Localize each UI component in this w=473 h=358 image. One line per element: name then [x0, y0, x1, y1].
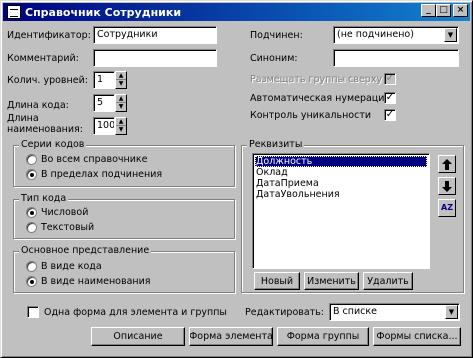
- new-attribute-button[interactable]: Новый: [254, 272, 300, 290]
- list-item[interactable]: ДатаПриема: [255, 178, 427, 189]
- attributes-title: Реквизиты: [247, 139, 305, 150]
- move-down-button[interactable]: [438, 177, 456, 195]
- name-length-input[interactable]: 100: [93, 117, 115, 135]
- subordinate-value: (не подчинено): [337, 29, 414, 40]
- move-up-button[interactable]: [438, 155, 456, 173]
- code-series-option-all-label: Во всем справочнике: [41, 154, 148, 165]
- auto-number-label: Автоматическая нумерация: [250, 92, 391, 104]
- radio-button-selected[interactable]: [26, 207, 37, 218]
- code-length-input[interactable]: 5: [93, 94, 115, 112]
- main-view-group: Основное представление В виде кода В вид…: [13, 245, 235, 293]
- radio-button[interactable]: [26, 261, 37, 272]
- code-series-option-all[interactable]: Во всем справочнике: [26, 154, 147, 165]
- description-button[interactable]: Описание: [91, 327, 185, 346]
- spin-up-icon[interactable]: ▲: [116, 118, 126, 126]
- one-form-option[interactable]: Одна форма для элемента и группы: [27, 306, 227, 318]
- unique-control-option[interactable]: Контроль уникальности ✓: [250, 109, 396, 121]
- edit-mode-label: Редактировать:: [245, 307, 325, 318]
- maximize-button[interactable]: □: [436, 4, 451, 17]
- code-type-option-text[interactable]: Текстовый: [26, 222, 94, 233]
- delete-attribute-button[interactable]: Удалить: [363, 272, 413, 290]
- app-icon: [7, 5, 21, 19]
- spin-down-icon[interactable]: ▼: [116, 103, 126, 111]
- groups-top-checkbox: ✓: [384, 73, 396, 85]
- one-form-label: Одна форма для элемента и группы: [44, 306, 227, 318]
- main-view-option-code[interactable]: В виде кода: [26, 261, 102, 272]
- main-view-option-name-label: В виде наименования: [41, 276, 151, 287]
- code-type-group: Тип кода Числовой Текстовый: [13, 193, 235, 239]
- unique-control-label: Контроль уникальности: [250, 109, 372, 121]
- list-item[interactable]: ДатаУвольнения: [255, 189, 427, 200]
- dialog-window: Справочник Сотрудники _ □ × Идентификато…: [0, 0, 473, 358]
- groups-top-label: Размещать группы сверху: [250, 73, 383, 85]
- comment-label: Комментарий:: [7, 53, 79, 64]
- minimize-button[interactable]: _: [421, 4, 436, 17]
- list-forms-button[interactable]: Формы списка...: [373, 327, 461, 346]
- identifier-input[interactable]: Сотрудники: [93, 26, 217, 44]
- edit-attribute-button[interactable]: Изменить: [304, 272, 359, 290]
- subordinate-select[interactable]: (не подчинено) ▼: [333, 26, 459, 44]
- radio-button-selected[interactable]: [26, 169, 37, 180]
- list-item[interactable]: Оклад: [255, 167, 427, 178]
- arrow-up-icon: [442, 158, 452, 170]
- spin-up-icon[interactable]: ▲: [116, 95, 126, 103]
- code-type-option-numeric-label: Числовой: [41, 207, 89, 218]
- synonym-label: Синоним:: [250, 53, 298, 64]
- spin-down-icon[interactable]: ▼: [116, 80, 126, 88]
- identifier-label: Идентификатор:: [7, 30, 91, 41]
- code-type-title: Тип кода: [19, 193, 69, 204]
- edit-mode-select[interactable]: В списке ▼: [329, 303, 460, 321]
- code-type-option-text-label: Текстовый: [41, 222, 95, 233]
- arrow-down-icon: [442, 180, 452, 192]
- list-item[interactable]: Должность: [255, 156, 427, 167]
- levels-spinner[interactable]: ▲ ▼: [115, 71, 127, 89]
- unique-control-checkbox[interactable]: ✓: [384, 109, 396, 121]
- spin-up-icon[interactable]: ▲: [116, 72, 126, 80]
- close-button[interactable]: ×: [453, 4, 468, 17]
- window-title: Справочник Сотрудники: [25, 5, 182, 19]
- element-form-button[interactable]: Форма элемента: [189, 327, 273, 346]
- groups-top-option: Размещать группы сверху ✓: [250, 73, 396, 85]
- name-length-label-line2: наименования:: [7, 124, 83, 135]
- code-type-option-numeric[interactable]: Числовой: [26, 207, 88, 218]
- chevron-down-icon[interactable]: ▼: [444, 28, 457, 42]
- name-length-label-line1: Длина: [7, 113, 39, 124]
- subordinate-label: Подчинен:: [250, 30, 303, 41]
- levels-label: Колич. уровней:: [7, 75, 88, 86]
- main-view-title: Основное представление: [19, 245, 152, 256]
- attributes-group: Реквизиты Должность Оклад ДатаПриема Дат…: [241, 139, 464, 293]
- attributes-list[interactable]: Должность Оклад ДатаПриема ДатаУвольнени…: [252, 153, 430, 269]
- code-series-group: Серии кодов Во всем справочнике В предел…: [13, 139, 235, 187]
- radio-button[interactable]: [26, 154, 37, 165]
- sort-button[interactable]: AZ: [438, 199, 456, 217]
- code-series-option-subordinate[interactable]: В пределах подчинения: [26, 169, 162, 180]
- name-length-spinner[interactable]: ▲ ▼: [115, 117, 127, 135]
- comment-input[interactable]: [93, 49, 217, 67]
- synonym-input[interactable]: [333, 49, 459, 67]
- levels-input[interactable]: 1: [93, 71, 115, 89]
- title-bar[interactable]: Справочник Сотрудники: [3, 3, 470, 21]
- radio-button-selected[interactable]: [26, 276, 37, 287]
- code-series-option-subordinate-label: В пределах подчинения: [41, 169, 163, 180]
- one-form-checkbox[interactable]: [27, 306, 39, 318]
- auto-number-option[interactable]: Автоматическая нумерация ✓: [250, 92, 396, 104]
- auto-number-checkbox[interactable]: ✓: [384, 92, 396, 104]
- edit-mode-value: В списке: [333, 306, 377, 317]
- code-length-spinner[interactable]: ▲ ▼: [115, 94, 127, 112]
- chevron-down-icon[interactable]: ▼: [445, 305, 458, 319]
- main-view-option-name[interactable]: В виде наименования: [26, 276, 151, 287]
- code-length-label: Длина кода:: [7, 100, 69, 111]
- group-form-button[interactable]: Форма группы: [277, 327, 369, 346]
- spin-down-icon[interactable]: ▼: [116, 126, 126, 134]
- radio-button[interactable]: [26, 222, 37, 233]
- main-view-option-code-label: В виде кода: [41, 261, 102, 272]
- code-series-title: Серии кодов: [19, 139, 87, 150]
- sort-az-icon: AZ: [441, 203, 453, 212]
